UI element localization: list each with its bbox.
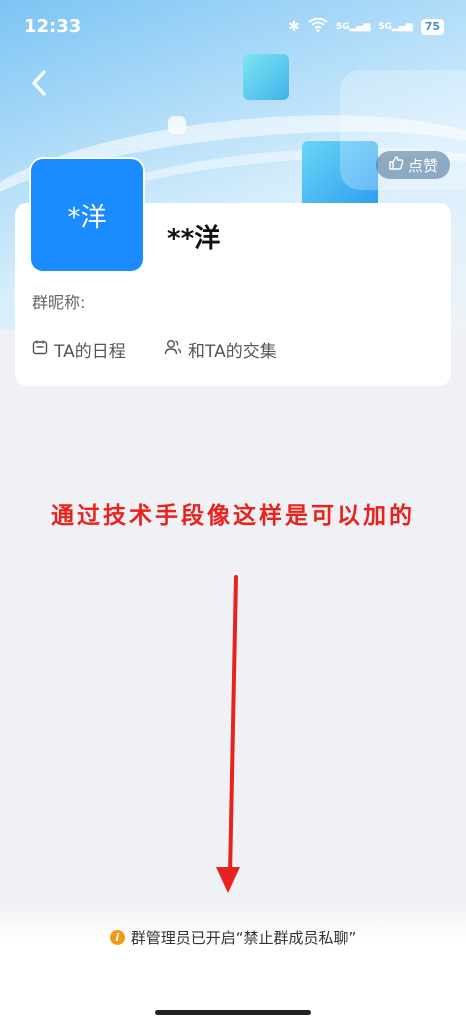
like-button[interactable]: 点赞	[376, 151, 450, 179]
decorative-cube	[243, 54, 289, 100]
home-indicator[interactable]	[155, 1010, 311, 1015]
back-button[interactable]	[26, 66, 56, 100]
schedule-label: TA的日程	[54, 342, 126, 362]
avatar[interactable]: *洋	[29, 157, 145, 273]
bluetooth-icon: ✱	[288, 19, 300, 35]
info-icon: i	[109, 930, 125, 945]
status-icons: ✱ 5G▂▄▆ 5G▂▄▆ 75	[288, 17, 444, 36]
signal-icon: 5G▂▄▆	[335, 22, 371, 32]
nickname-label: 群昵称:	[32, 293, 86, 312]
annotation-text: 通过技术手段像这样是可以加的	[51, 503, 415, 529]
like-label: 点赞	[407, 156, 438, 175]
users-icon	[164, 339, 182, 360]
schedule-link[interactable]: TA的日程	[32, 337, 126, 362]
common-label: 和TA的交集	[188, 342, 277, 362]
notice-text: 群管理员已开启“禁止群成员私聊”	[130, 929, 357, 947]
status-time: 12:33	[24, 16, 82, 37]
chevron-left-icon	[32, 70, 46, 96]
avatar-text: *洋	[67, 202, 107, 233]
thumbs-up-icon	[388, 155, 404, 175]
signal-icon: 5G▂▄▆	[378, 22, 413, 32]
common-link[interactable]: 和TA的交集	[164, 337, 277, 362]
battery-icon: 75	[420, 19, 444, 35]
annotation-arrow-icon	[216, 575, 240, 893]
decorative-cube	[168, 116, 186, 134]
signal-label: 5G	[335, 22, 350, 32]
status-bar: 12:33 ✱ 5G▂▄▆ 5G▂▄▆ 75	[0, 0, 466, 56]
profile-name: **洋	[167, 224, 221, 254]
signal-label: 5G	[378, 22, 392, 32]
bottom-area	[0, 900, 466, 1024]
private-chat-notice: i 群管理员已开启“禁止群成员私聊”	[0, 927, 466, 948]
wifi-icon	[308, 17, 328, 36]
calendar-icon	[32, 339, 48, 360]
